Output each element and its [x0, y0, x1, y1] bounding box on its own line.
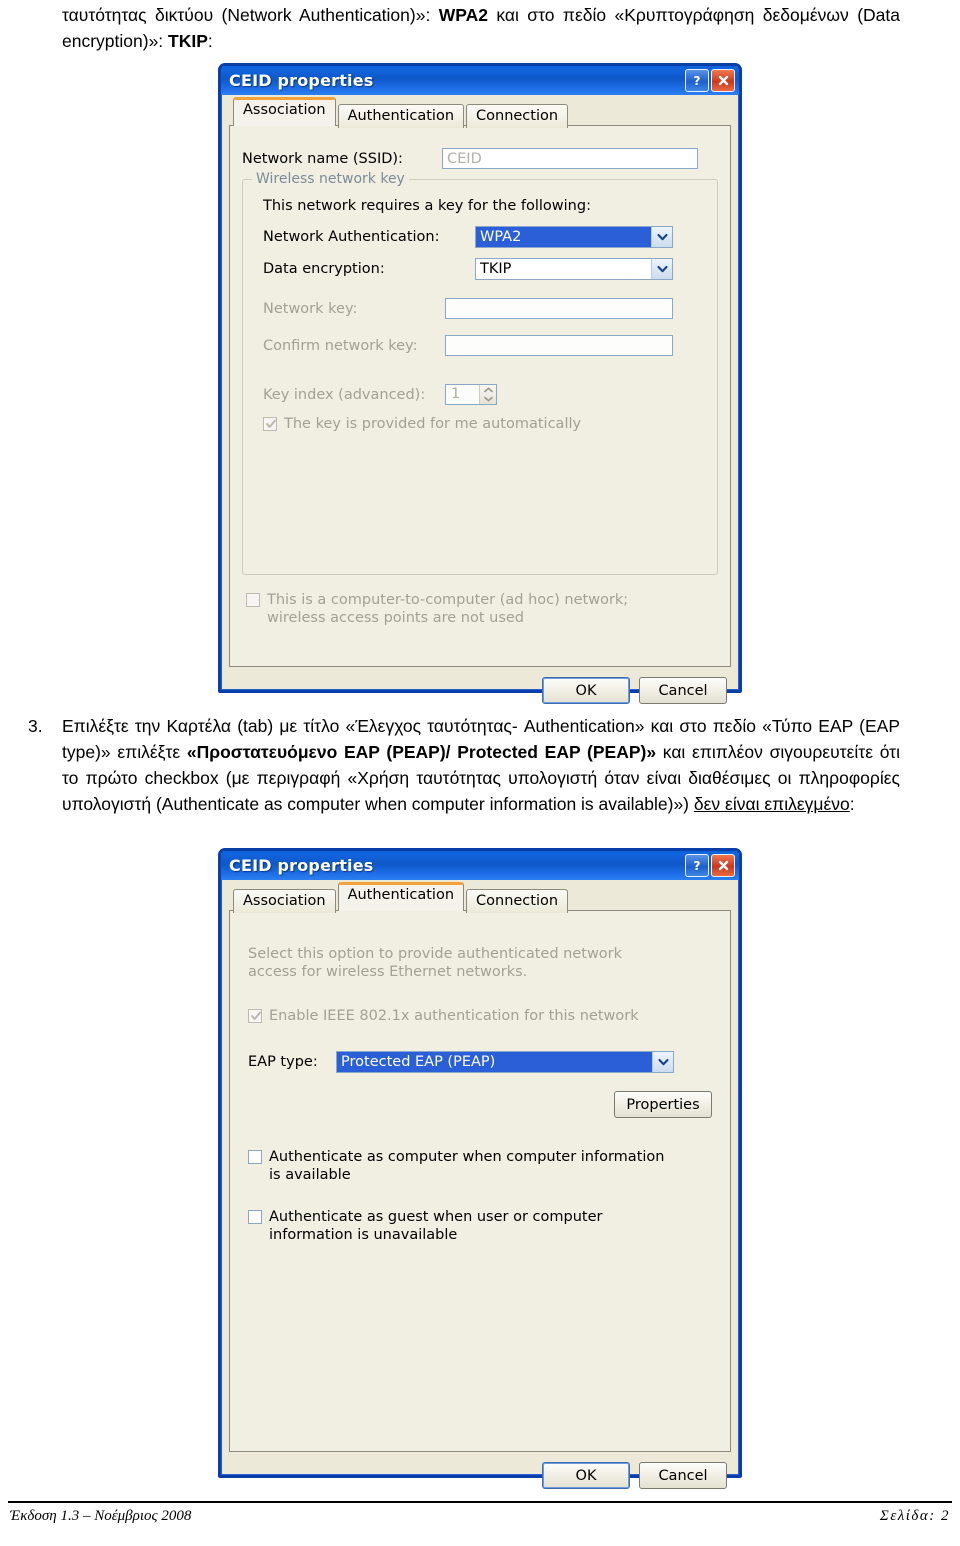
auth-guest-checkbox-row[interactable]: Authenticate as guest when user or compu…	[248, 1208, 648, 1244]
authentication-intro-text: Select this option to provide authentica…	[248, 946, 623, 980]
adhoc-checkbox-row[interactable]: This is a computer-to-computer (ad hoc) …	[246, 591, 676, 627]
key-auto-checkbox[interactable]	[263, 417, 277, 431]
eap-type-value: Protected EAP (PEAP)	[337, 1052, 652, 1072]
auth-computer-checkbox-row[interactable]: Authenticate as computer when computer i…	[248, 1148, 678, 1184]
key-index-stepper[interactable]: 1	[445, 384, 497, 405]
intro-text-part3: :	[207, 31, 213, 51]
tab-authentication[interactable]: Authentication	[337, 104, 465, 128]
footer-divider	[8, 1501, 952, 1503]
chevron-down-icon[interactable]	[652, 1052, 673, 1072]
help-icon[interactable]: ?	[685, 854, 709, 877]
auth-computer-label: Authenticate as computer when computer i…	[269, 1149, 665, 1183]
network-auth-value: WPA2	[476, 227, 651, 247]
step3-paragraph: 3. Επιλέξτε την Καρτέλα (tab) με τίτλο «Έ…	[28, 713, 900, 817]
data-encryption-combo[interactable]: TKIP	[475, 258, 673, 280]
cancel-button[interactable]: Cancel	[639, 677, 727, 704]
eap-type-row: EAP type: Protected EAP (PEAP)	[248, 1051, 718, 1073]
network-auth-combo[interactable]: WPA2	[475, 226, 673, 248]
intro-paragraph: ταυτότητας δικτύου (Network Authenticati…	[62, 2, 900, 54]
data-encryption-label: Data encryption:	[263, 261, 385, 277]
intro-bold-tkip: TKIP	[168, 31, 208, 51]
dialog1-tabpanel: Network name (SSID): CEID Wireless netwo…	[229, 125, 731, 667]
enable-8021x-checkbox[interactable]	[248, 1009, 262, 1023]
intro-text-part1: ταυτότητας δικτύου (Network Authenticati…	[62, 5, 439, 25]
enable-8021x-checkbox-row[interactable]: Enable IEEE 802.1x authentication for th…	[248, 1007, 718, 1025]
dialog1-body: Association Authentication Connection Ne…	[221, 95, 739, 714]
dialog2-titlebar-buttons[interactable]: ?	[685, 854, 735, 877]
dialog1-tabstrip[interactable]: Association Authentication Connection	[229, 97, 731, 128]
svg-text:?: ?	[694, 74, 701, 88]
confirm-network-key-input[interactable]	[445, 335, 673, 356]
key-index-spin-buttons[interactable]	[479, 385, 496, 404]
tab-connection[interactable]: Connection	[466, 104, 569, 128]
key-auto-checkbox-row[interactable]: The key is provided for me automatically	[263, 415, 703, 433]
tab-connection[interactable]: Connection	[466, 889, 569, 913]
key-index-row: Key index (advanced): 1	[263, 384, 703, 405]
step3-text-part3: :	[849, 794, 855, 814]
help-icon[interactable]: ?	[685, 69, 709, 92]
enable-8021x-label: Enable IEEE 802.1x authentication for th…	[269, 1008, 639, 1024]
adhoc-label: This is a computer-to-computer (ad hoc) …	[267, 592, 629, 626]
tab-authentication[interactable]: Authentication	[337, 882, 465, 911]
step3-number: 3.	[28, 716, 43, 736]
network-key-row: Network key:	[263, 298, 703, 319]
footer-page-number: Σελίδα: 2	[879, 1508, 950, 1524]
key-index-label: Key index (advanced):	[263, 386, 426, 403]
eap-type-combo[interactable]: Protected EAP (PEAP)	[336, 1051, 674, 1073]
key-index-value: 1	[451, 386, 461, 402]
footer-version: Έκδοση 1.3 – Νοέμβριος 2008	[10, 1508, 192, 1524]
chevron-down-icon[interactable]	[651, 227, 672, 247]
step3-underlined-text: δεν είναι επιλεγμένο	[693, 794, 850, 814]
wireless-network-key-groupbox: Wireless network key This network requir…	[242, 171, 718, 575]
key-auto-label: The key is provided for me automatically	[284, 416, 582, 432]
dialog2-button-row: OK Cancel	[229, 1453, 731, 1491]
auth-guest-label: Authenticate as guest when user or compu…	[269, 1209, 603, 1243]
dialog2-tabstrip[interactable]: Association Authentication Connection	[229, 882, 731, 913]
ssid-label: Network name (SSID):	[242, 150, 403, 167]
tab-association[interactable]: Association	[233, 889, 336, 913]
dialog2-body: Association Authentication Connection Se…	[221, 880, 739, 1499]
wireless-network-key-groupbox-title: Wireless network key	[252, 171, 409, 187]
tab-association[interactable]: Association	[233, 97, 336, 126]
auth-computer-checkbox[interactable]	[248, 1150, 262, 1164]
group-intro-text: This network requires a key for the foll…	[263, 198, 591, 214]
cancel-button[interactable]: Cancel	[639, 1462, 727, 1489]
dialog1-titlebar-buttons[interactable]: ?	[685, 69, 735, 92]
spinner-down-icon[interactable]	[480, 395, 496, 405]
ceid-properties-dialog-association[interactable]: CEID properties ? Association Authentica…	[218, 63, 742, 704]
svg-text:?: ?	[694, 859, 701, 873]
properties-button[interactable]: Properties	[614, 1091, 712, 1118]
network-auth-label: Network Authentication:	[263, 229, 440, 245]
close-icon[interactable]	[711, 69, 735, 92]
dialog1-button-row: OK Cancel	[229, 668, 731, 706]
data-encryption-row: Data encryption: TKIP	[263, 258, 703, 280]
dialog1-title: CEID properties	[229, 71, 374, 90]
dialog1-titlebar[interactable]: CEID properties ?	[221, 66, 739, 95]
confirm-network-key-label: Confirm network key:	[263, 337, 418, 354]
dialog2-titlebar[interactable]: CEID properties ?	[221, 851, 739, 880]
chevron-down-icon[interactable]	[651, 259, 672, 279]
network-key-label: Network key:	[263, 300, 358, 317]
auth-guest-checkbox[interactable]	[248, 1210, 262, 1224]
page-footer: Έκδοση 1.3 – Νοέμβριος 2008 Σελίδα: 2	[10, 1508, 950, 1525]
ok-button[interactable]: OK	[542, 677, 630, 704]
properties-button-row: Properties	[242, 1091, 718, 1118]
ceid-properties-dialog-authentication[interactable]: CEID properties ? Association Authentica…	[218, 848, 742, 1489]
dialog2-tabpanel: Select this option to provide authentica…	[229, 910, 731, 1452]
dialog2-title: CEID properties	[229, 856, 374, 875]
ssid-row: Network name (SSID): CEID	[242, 148, 718, 169]
intro-bold-wpa2: WPA2	[438, 5, 488, 25]
adhoc-checkbox[interactable]	[246, 593, 260, 607]
ok-button[interactable]: OK	[542, 1462, 630, 1489]
eap-type-label: EAP type:	[248, 1054, 318, 1070]
confirm-network-key-row: Confirm network key:	[263, 335, 703, 356]
network-auth-row: Network Authentication: WPA2	[263, 226, 703, 248]
ssid-input[interactable]: CEID	[442, 148, 698, 169]
close-icon[interactable]	[711, 854, 735, 877]
step3-bold-peap: «Προστατευόμενο EAP (PEAP)/ Protected EA…	[186, 742, 657, 762]
spinner-up-icon[interactable]	[480, 385, 496, 395]
data-encryption-value: TKIP	[480, 261, 512, 277]
network-key-input[interactable]	[445, 298, 673, 319]
